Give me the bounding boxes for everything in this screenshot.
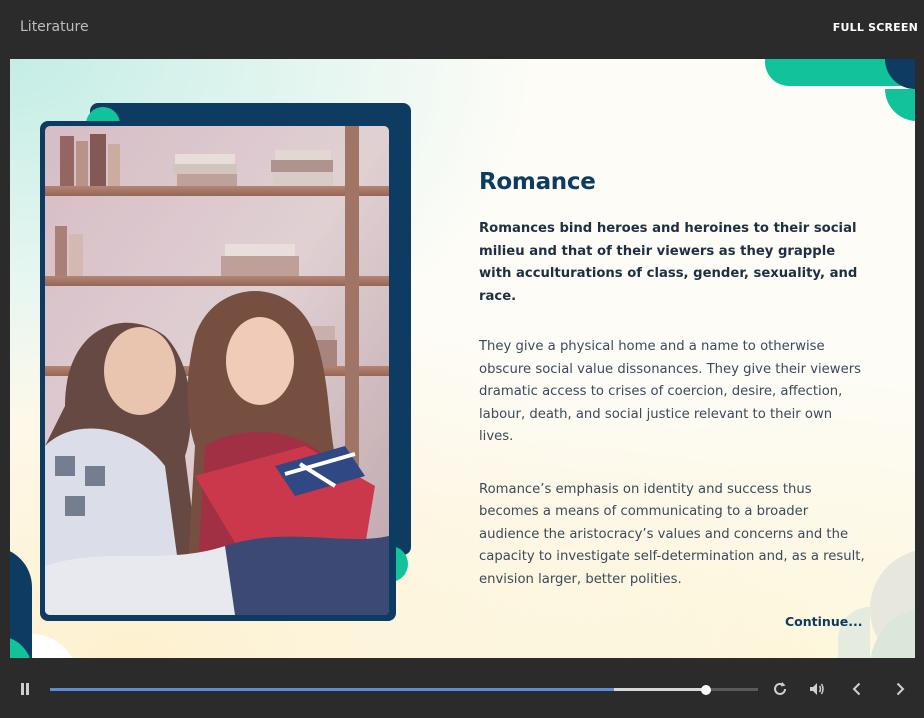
slide-paragraph-2: Romance’s emphasis on identity and succe… [479, 481, 865, 587]
progress-track[interactable] [50, 684, 758, 695]
progress-knob[interactable] [700, 684, 711, 695]
pause-icon[interactable] [18, 682, 32, 696]
replay-icon[interactable] [771, 680, 789, 698]
slide-heading: Romance [479, 169, 596, 195]
chevron-left-icon[interactable] [848, 680, 866, 698]
progress-fill [50, 688, 615, 691]
player-bar [0, 658, 924, 718]
fullscreen-button[interactable]: FULL SCREEN [833, 21, 918, 34]
slide-lead: Romances bind heroes and heroines to the… [479, 221, 858, 304]
continue-link[interactable]: Continue... [785, 614, 862, 629]
decorative-shape [32, 634, 78, 658]
slide-content: Romance Romances bind heroes and heroine… [479, 169, 869, 591]
slide-stage: Romance Romances bind heroes and heroine… [10, 59, 915, 658]
decorative-shape [885, 89, 915, 121]
top-bar: Literature FULL SCREEN [0, 0, 924, 58]
slide-paragraph-1: They give a physical home and a name to … [479, 339, 861, 444]
chevron-right-icon[interactable] [891, 680, 909, 698]
slide-photo [45, 126, 389, 615]
volume-icon[interactable] [808, 680, 826, 698]
course-title: Literature [20, 19, 89, 35]
